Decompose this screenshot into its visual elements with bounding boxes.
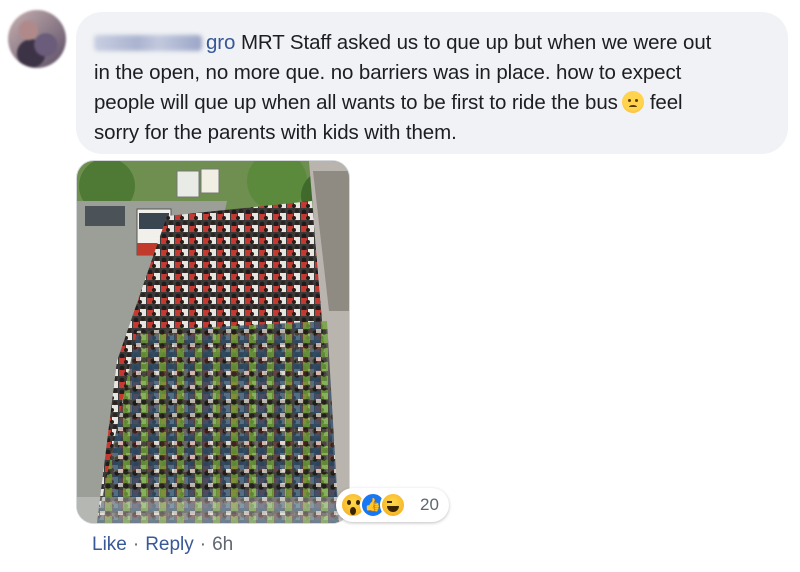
author-name-blurred	[94, 35, 202, 51]
comment-line-3: people will que up when all wants to be …	[94, 91, 618, 114]
comment-bubble: gro MRT Staff asked us to que up but whe…	[76, 12, 788, 154]
reply-link[interactable]: Reply	[145, 534, 194, 555]
reactions-summary[interactable]: 👍 20	[336, 488, 449, 522]
frowning-face-emoji-icon	[621, 91, 644, 113]
comment-text: gro MRT Staff asked us to que up but whe…	[94, 28, 768, 148]
comment-line-3-tail: feel	[649, 91, 683, 114]
comment-author[interactable]: gro	[94, 31, 235, 54]
like-link[interactable]: Like	[92, 534, 127, 555]
separator: ·	[132, 534, 140, 555]
haha-reaction-icon	[380, 492, 406, 518]
timestamp-link[interactable]: 6h	[212, 534, 233, 555]
attached-photo[interactable]	[76, 160, 350, 524]
reaction-count: 20	[420, 495, 439, 514]
comment-line-2: in the open, no more que. no barriers wa…	[94, 61, 682, 84]
separator: ·	[199, 534, 207, 555]
comment-line-1: MRT Staff asked us to que up but when we…	[235, 31, 712, 54]
commenter-avatar[interactable]	[8, 10, 66, 68]
comment-line-4: sorry for the parents with kids with the…	[94, 121, 457, 144]
comment-actions: Like · Reply · 6h	[92, 534, 233, 556]
author-name-tail: gro	[206, 31, 236, 54]
